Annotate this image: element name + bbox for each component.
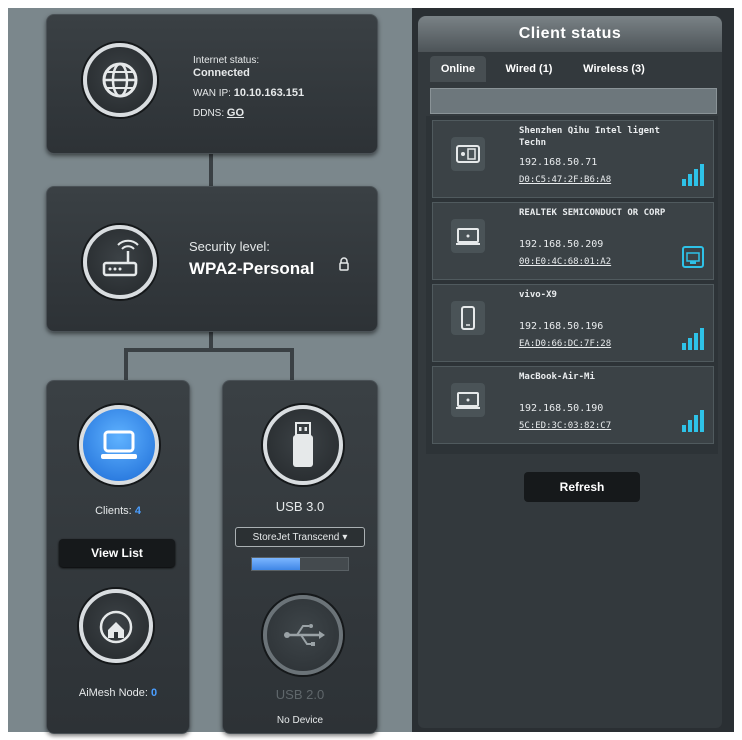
wifi-signal-icon — [682, 410, 704, 432]
client-status-title: Client status — [418, 16, 722, 52]
client-mac[interactable]: EA:D0:66:DC:7F:28 — [519, 339, 611, 349]
wired-icon — [682, 246, 704, 268]
connector-line — [124, 348, 128, 380]
ddns-row: DDNS: GO — [193, 107, 244, 119]
usb-card: USB 3.0 StoreJet Transcend ▾ USB 2.0 No … — [222, 380, 378, 734]
security-card[interactable]: Security level: WPA2-Personal — [46, 186, 378, 332]
connector-line — [124, 348, 294, 352]
usb-usage-fill — [252, 558, 300, 570]
usb-device-value: StoreJet Transcend — [252, 531, 340, 543]
wan-ip-label: WAN IP: — [193, 88, 231, 99]
router-icon — [83, 225, 157, 299]
chevron-down-icon: ▾ — [342, 531, 348, 543]
ddns-link[interactable]: GO — [227, 107, 244, 119]
tablet-icon — [451, 137, 485, 171]
connector-line — [209, 152, 213, 186]
clients-count-row: Clients: 4 — [47, 505, 189, 517]
connector-line — [290, 348, 294, 380]
client-name: MacBook-Air-Mi — [519, 372, 595, 382]
wan-ip-value: 10.10.163.151 — [233, 87, 305, 99]
client-search-input[interactable] — [430, 88, 717, 114]
clients-label: Clients: — [95, 505, 132, 517]
phone-icon — [451, 301, 485, 335]
internet-status-label: Internet status: — [193, 55, 260, 66]
connector-line — [209, 330, 213, 350]
client-name: vivo-X9 — [519, 290, 557, 300]
usb-usage-bar — [251, 557, 349, 571]
laptop-icon — [451, 383, 485, 417]
aimesh-count: 0 — [151, 687, 158, 699]
ddns-label: DDNS: — [193, 108, 225, 119]
usb-drive-icon — [293, 422, 313, 467]
clients-count: 4 — [134, 505, 141, 517]
client-row[interactable]: vivo-X9 192.168.50.196 EA:D0:66:DC:7F:28 — [432, 284, 714, 362]
client-ip: 192.168.50.209 — [519, 239, 604, 250]
refresh-button[interactable]: Refresh — [524, 472, 640, 502]
client-name: REALTEK SEMICONDUCT OR CORP — [519, 208, 666, 218]
client-row[interactable]: MacBook-Air-Mi 192.168.50.190 5C:ED:3C:0… — [432, 366, 714, 444]
client-row[interactable]: REALTEK SEMICONDUCT OR CORP 192.168.50.2… — [432, 202, 714, 280]
client-ip: 192.168.50.71 — [519, 157, 598, 168]
usb-symbol-icon — [284, 624, 325, 646]
aimesh-home-icon — [99, 610, 133, 644]
wifi-signal-icon — [682, 328, 704, 350]
usb2-button[interactable] — [263, 595, 343, 675]
view-list-button[interactable]: View List — [59, 539, 175, 567]
client-name: Shenzhen Qihu Intel ligent Techn — [519, 126, 660, 148]
client-ip: 192.168.50.196 — [519, 321, 604, 332]
clients-card: Clients: 4 View List AiMesh Node: 0 — [46, 380, 190, 734]
client-ip: 192.168.50.190 — [519, 403, 604, 414]
internet-status-card[interactable]: Internet status: Connected WAN IP: 10.10… — [46, 14, 378, 154]
client-row[interactable]: Shenzhen Qihu Intel ligent Techn 192.168… — [432, 120, 714, 198]
security-level-value: WPA2-Personal — [189, 259, 315, 278]
tab-wireless[interactable]: Wireless (3) — [572, 56, 656, 82]
laptop-icon — [451, 219, 485, 253]
lock-icon — [339, 257, 349, 276]
usb3-button[interactable] — [263, 405, 343, 485]
aimesh-button[interactable] — [79, 589, 153, 663]
usb3-label: USB 3.0 — [275, 499, 325, 514]
clients-computer-button[interactable] — [79, 405, 159, 485]
security-level-label: Security level: — [189, 239, 270, 254]
client-mac[interactable]: 5C:ED:3C:03:82:C7 — [519, 421, 611, 431]
internet-status-value: Connected — [193, 67, 250, 79]
usb-device-select[interactable]: StoreJet Transcend ▾ — [235, 527, 365, 547]
wan-ip-row: WAN IP: 10.10.163.151 — [193, 87, 304, 99]
tab-online[interactable]: Online — [430, 56, 486, 82]
client-mac[interactable]: D0:C5:47:2F:B6:A8 — [519, 175, 611, 185]
aimesh-label: AiMesh Node: — [78, 687, 148, 699]
wifi-signal-icon — [682, 164, 704, 186]
aimesh-row: AiMesh Node: 0 — [47, 687, 189, 699]
client-mac[interactable]: 00:E0:4C:68:01:A2 — [519, 257, 611, 267]
globe-icon — [83, 43, 157, 117]
usb2-status: No Device — [276, 715, 324, 726]
usb2-label: USB 2.0 — [275, 687, 325, 702]
tab-wired[interactable]: Wired (1) — [494, 56, 564, 82]
monitor-icon — [101, 430, 137, 459]
